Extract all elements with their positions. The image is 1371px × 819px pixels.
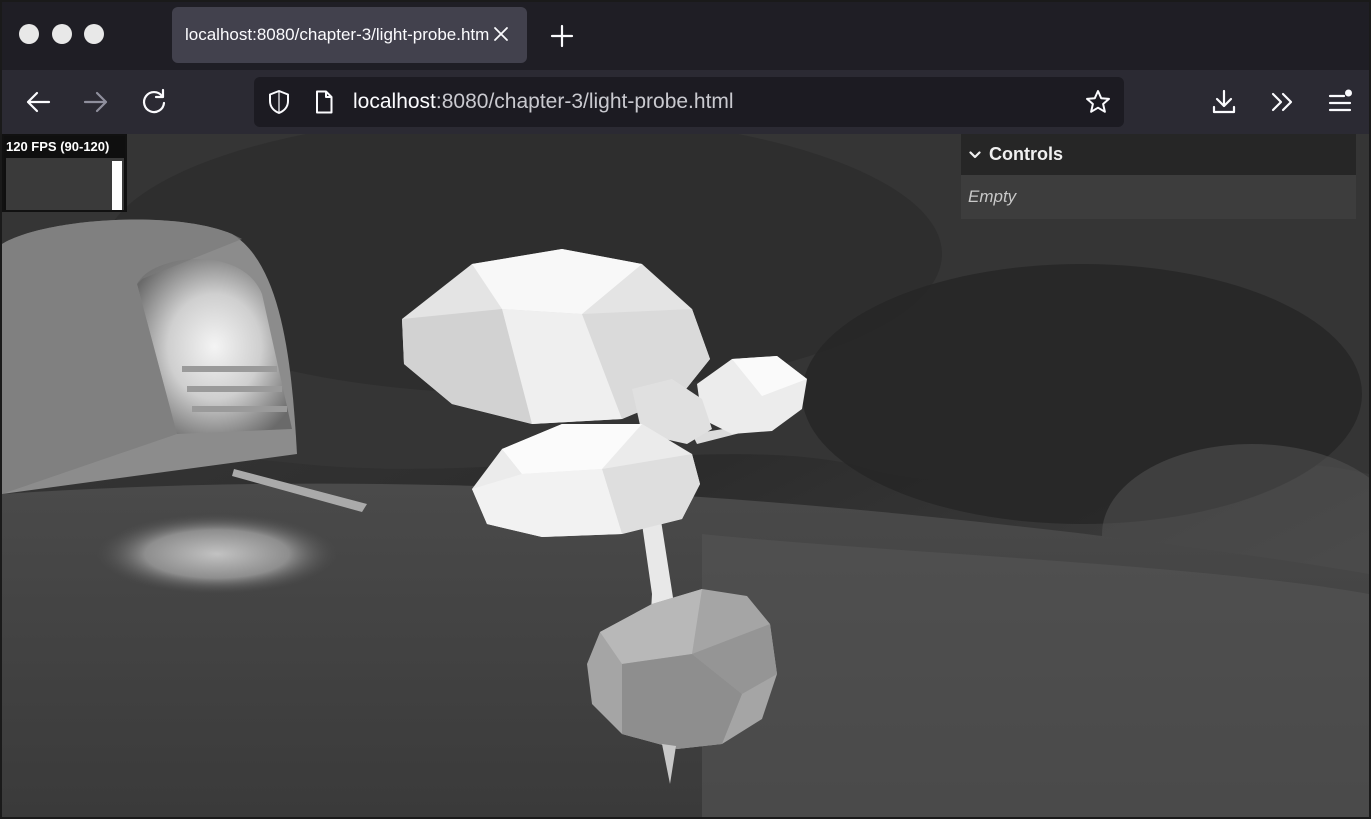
reload-icon[interactable] (140, 88, 168, 116)
fps-label: 120 FPS (90-120) (6, 139, 110, 154)
fps-graph-bar (112, 160, 122, 210)
url-path: :8080/chapter-3/light-probe.html (435, 90, 734, 113)
url-host: localhost (353, 90, 436, 113)
menu-icon[interactable] (1326, 88, 1354, 116)
controls-body: Empty (961, 175, 1356, 219)
controls-empty-text: Empty (968, 187, 1017, 206)
close-icon[interactable] (492, 25, 510, 43)
close-window-button[interactable] (19, 24, 39, 44)
controls-panel: Controls Empty (961, 134, 1356, 220)
url-bar[interactable]: localhost:8080/chapter-3/light-probe.htm… (254, 77, 1124, 127)
fps-graph (6, 158, 124, 210)
back-arrow-icon[interactable] (24, 88, 52, 116)
shield-icon[interactable] (266, 89, 292, 115)
page-icon[interactable] (311, 89, 337, 115)
fps-stats-panel[interactable]: 120 FPS (90-120) (2, 134, 127, 212)
chevron-down-icon (969, 150, 981, 158)
page-viewport: 120 FPS (90-120) Controls Empty (2, 134, 1369, 817)
controls-title-bar[interactable]: Controls (961, 134, 1356, 175)
download-icon[interactable] (1210, 88, 1238, 116)
tab-title: localhost:8080/chapter-3/light-probe.htm… (185, 25, 490, 44)
forward-arrow-icon[interactable] (82, 88, 110, 116)
url-text[interactable]: localhost:8080/chapter-3/light-probe.htm… (353, 90, 734, 114)
bookmark-star-icon[interactable] (1085, 89, 1111, 115)
navigation-toolbar: localhost:8080/chapter-3/light-probe.htm… (2, 70, 1369, 134)
controls-title: Controls (989, 144, 1063, 164)
tab-active[interactable]: localhost:8080/chapter-3/light-probe.htm… (172, 7, 527, 63)
overflow-chevron-icon[interactable] (1268, 88, 1296, 116)
new-tab-button[interactable] (549, 23, 575, 49)
browser-window: localhost:8080/chapter-3/light-probe.htm… (0, 0, 1371, 819)
zoom-window-button[interactable] (84, 24, 104, 44)
three-js-canvas[interactable] (2, 134, 1369, 817)
minimize-window-button[interactable] (52, 24, 72, 44)
tab-strip: localhost:8080/chapter-3/light-probe.htm… (2, 2, 1369, 70)
